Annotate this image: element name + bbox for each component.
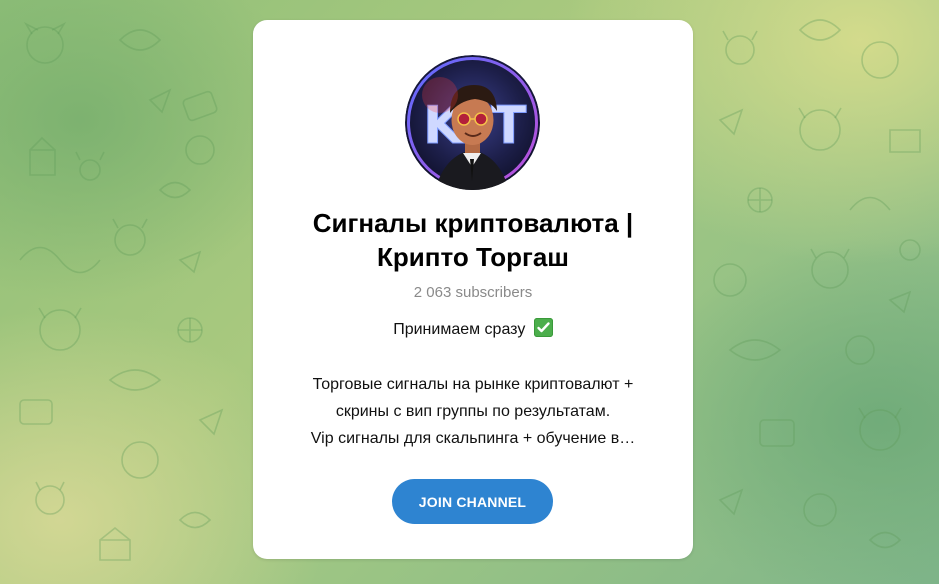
channel-avatar: K T: [405, 55, 540, 190]
avatar-image: K T: [405, 55, 540, 190]
channel-status: Принимаем сразу: [253, 318, 693, 339]
channel-title: Сигналы криптовалюта | Крипто Торгаш: [273, 206, 673, 274]
channel-status-text: Принимаем сразу: [393, 321, 526, 338]
check-mark-button-icon: [533, 318, 553, 337]
channel-card: K T Сигналы криптовалюта | Крипто Торгаш…: [253, 20, 693, 559]
channel-description: Торговые сигналы на рынке криптовалют + …: [273, 371, 673, 452]
description-line: Vip сигналы для скальпинга + обучение в…: [310, 430, 636, 447]
description-line: Торговые сигналы на рынке криптовалют +: [312, 376, 634, 393]
join-channel-button[interactable]: JOIN CHANNEL: [392, 479, 553, 524]
description-line: скрины с вип группы по результатам.: [335, 403, 611, 420]
channel-title-line1: Сигналы криптовалюта |: [312, 208, 634, 238]
subscriber-count: 2 063 subscribers: [413, 284, 533, 301]
channel-title-line2: Крипто Торгаш: [377, 242, 569, 272]
